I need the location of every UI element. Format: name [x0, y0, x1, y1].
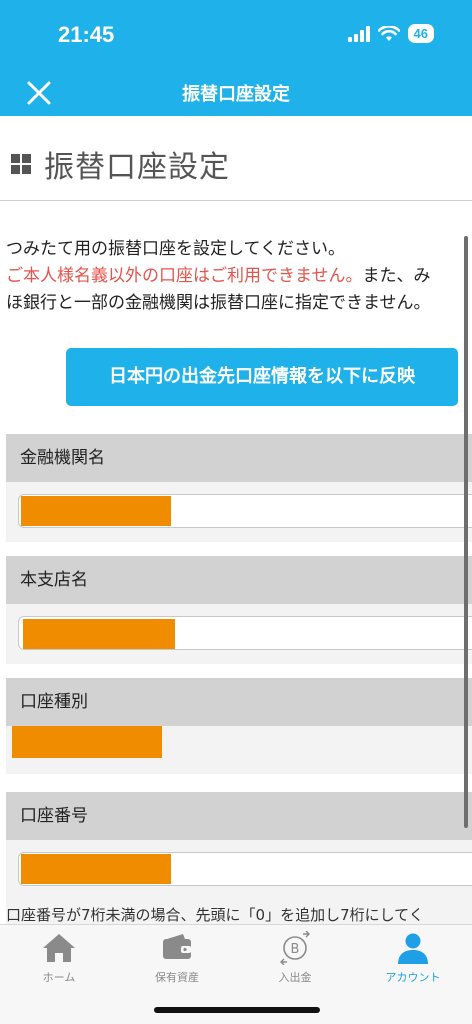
status-time: 21:45 [58, 22, 115, 47]
account-type-value-redaction[interactable] [12, 726, 162, 758]
page-heading: 振替口座設定 [10, 142, 230, 186]
description-line-1: つみたて用の振替口座を設定してください。 [6, 239, 345, 259]
battery-indicator: 46 [407, 24, 434, 43]
account-type-label: 口座種別 [6, 678, 472, 726]
bank-name-input[interactable] [18, 494, 472, 528]
status-icons: 46 [347, 24, 434, 43]
branch-name-label: 本支店名 [6, 556, 472, 604]
description-line-2: ご本人様名義以外の口座はご利用できません。また、み [6, 263, 472, 290]
account-type-field: 口座種別 [6, 678, 472, 774]
home-indicator [154, 1007, 320, 1013]
tab-home-label: ホーム [42, 971, 76, 984]
status-bar: 21:45 46 [0, 0, 472, 70]
tab-home[interactable]: ホーム [0, 931, 118, 985]
nav-header: 振替口座設定 [0, 70, 472, 116]
svg-text:B: B [291, 942, 300, 957]
grid-icon [11, 154, 31, 174]
home-icon [43, 934, 75, 962]
branch-name-field: 本支店名 [6, 556, 472, 664]
wifi-icon [377, 25, 400, 41]
bank-name-label: 金融機関名 [6, 434, 472, 482]
signal-icon [347, 25, 370, 42]
scrollbar[interactable] [464, 236, 468, 828]
tab-deposit-withdrawal[interactable]: B 入出金 [236, 931, 354, 985]
description-text: つみたて用の振替口座を設定してください。 ご本人様名義以外の口座はご利用できませ… [6, 236, 472, 317]
description-line-2-rest: また、み [362, 266, 431, 286]
redaction-block [21, 854, 171, 884]
tab-assets-label: 保有資産 [155, 971, 199, 984]
account-number-input[interactable] [18, 852, 472, 886]
header-title: 振替口座設定 [182, 84, 290, 105]
reflect-withdrawal-account-button[interactable]: 日本円の出金先口座情報を以下に反映 [66, 348, 458, 406]
person-icon [398, 933, 428, 964]
tab-account[interactable]: アカウント [354, 931, 472, 985]
tab-assets[interactable]: 保有資産 [118, 931, 236, 985]
wallet-icon [163, 934, 191, 959]
branch-name-input[interactable] [18, 616, 472, 650]
description-line-3: ほ銀行と一部の金融機関は振替口座に指定できません。 [6, 293, 431, 313]
bitcoin-transfer-icon: B [280, 931, 310, 965]
bank-name-field: 金融機関名 [6, 434, 472, 542]
tab-account-label: アカウント [385, 971, 441, 984]
redaction-block [23, 619, 175, 649]
warning-text: ご本人様名義以外の口座はご利用できません。 [6, 266, 363, 286]
heading-divider [0, 200, 472, 201]
tab-deposit-withdrawal-label: 入出金 [278, 971, 312, 984]
main-content: 振替口座設定 つみたて用の振替口座を設定してください。 ご本人様名義以外の口座は… [0, 116, 472, 924]
page-title: 振替口座設定 [44, 150, 230, 185]
account-number-note: 口座番号が7桁未満の場合、先頭に「0」を追加し7桁にしてく [6, 906, 424, 924]
account-number-label: 口座番号 [6, 792, 472, 840]
redaction-block [21, 496, 171, 526]
